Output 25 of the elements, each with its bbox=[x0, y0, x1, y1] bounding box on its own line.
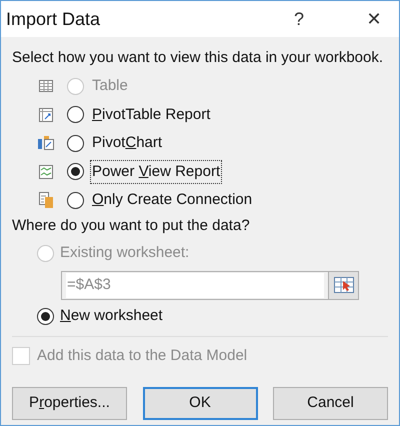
window-title: Import Data bbox=[6, 8, 102, 31]
option-label[interactable]: PivotTable Report bbox=[90, 102, 212, 127]
pivot-table-icon bbox=[39, 108, 53, 122]
radio-button[interactable] bbox=[37, 308, 54, 325]
table-icon bbox=[39, 80, 53, 92]
radio-button[interactable] bbox=[67, 134, 84, 152]
help-button[interactable]: ? bbox=[277, 3, 321, 35]
dialog-button[interactable]: Cancel bbox=[273, 387, 388, 420]
document-icon bbox=[39, 192, 53, 208]
place-prompt: Where do you want to put the data? bbox=[12, 216, 251, 234]
range-select-icon bbox=[334, 277, 354, 293]
view-prompt: Select how you want to view this data in your workbook. bbox=[12, 49, 384, 67]
pivot-chart-icon bbox=[38, 136, 54, 151]
close-button[interactable]: ✕ bbox=[351, 3, 397, 35]
report-chart-icon bbox=[39, 164, 53, 179]
radio-button[interactable] bbox=[67, 106, 84, 124]
radio-button[interactable] bbox=[67, 163, 84, 180]
dialog-button[interactable]: OK bbox=[142, 387, 258, 420]
dialog-button[interactable]: Properties... bbox=[12, 387, 127, 420]
range-select-button[interactable] bbox=[329, 270, 359, 300]
option-label[interactable]: PivotChart bbox=[90, 131, 164, 156]
option-label[interactable]: Only Create Connection bbox=[90, 188, 254, 212]
option-label[interactable]: New worksheet bbox=[60, 305, 163, 328]
option-label[interactable]: Power View Report bbox=[90, 160, 222, 184]
radio-button[interactable] bbox=[67, 192, 84, 209]
